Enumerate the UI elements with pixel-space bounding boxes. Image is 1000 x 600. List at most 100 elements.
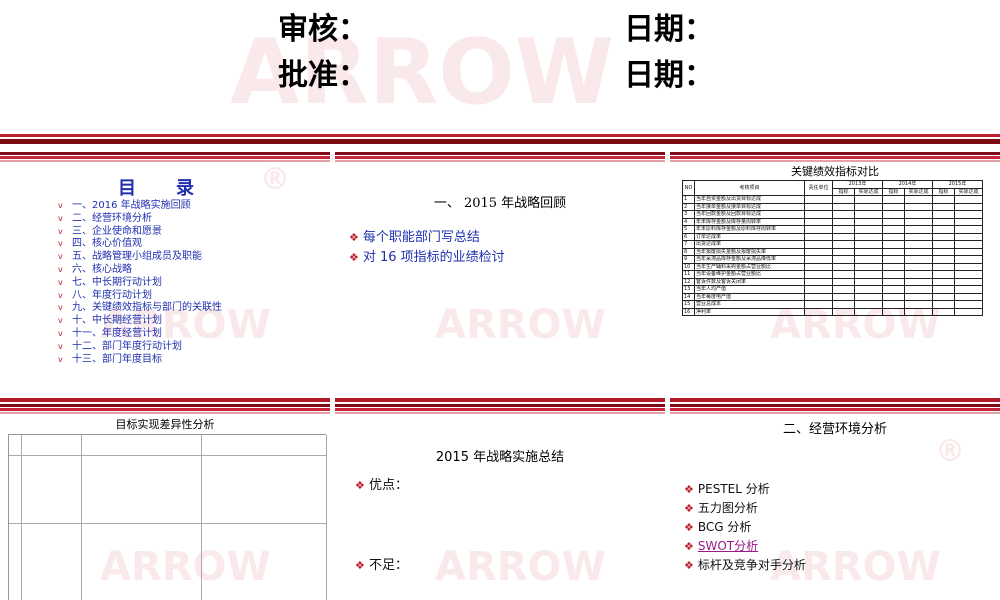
row-cell bbox=[954, 232, 983, 241]
table-row: 6 订单达成率 bbox=[682, 232, 983, 241]
list-item: ❖ 标杆及竞争对手分析 bbox=[684, 556, 806, 575]
col-target: 指标 bbox=[832, 187, 855, 196]
row-cell bbox=[932, 240, 955, 249]
row-cell bbox=[854, 202, 883, 211]
table-row: 12 客诉件数及客诉关闭率 bbox=[682, 277, 983, 286]
row-cell bbox=[832, 232, 855, 241]
row-no: 1 bbox=[682, 195, 695, 204]
row-cell bbox=[932, 307, 955, 316]
toc-item[interactable]: v 九、关键绩效指标与部门的关联性 bbox=[58, 302, 222, 315]
toc-item[interactable]: v 二、经营环境分析 bbox=[58, 213, 222, 226]
row-no: 6 bbox=[682, 232, 695, 241]
row-cell bbox=[932, 217, 955, 226]
toc-item[interactable]: v 一、2016 年战略实施回顾 bbox=[58, 200, 222, 213]
row-cell bbox=[932, 300, 955, 309]
row-cell bbox=[882, 202, 905, 211]
col-year: 2013年 bbox=[832, 180, 883, 189]
list-item: ❖ PESTEL 分析 bbox=[684, 480, 806, 499]
toc-item[interactable]: v 四、核心价值观 bbox=[58, 238, 222, 251]
row-cell bbox=[882, 270, 905, 279]
toc-bullet: v bbox=[58, 277, 63, 287]
list-item: ❖ 对 16 项指标的业绩检讨 bbox=[349, 248, 505, 268]
row-cell bbox=[854, 285, 883, 294]
row-cell bbox=[904, 210, 933, 219]
toc-item[interactable]: v 十一、年度经营计划 bbox=[58, 328, 222, 341]
diamond-bullet-icon: ❖ bbox=[684, 521, 694, 534]
toc-item[interactable]: v 八、年度行动计划 bbox=[58, 290, 222, 303]
approval-header: ARROW 审核： 日期： 批准： 日期： bbox=[0, 0, 1000, 150]
row-cell bbox=[932, 247, 955, 256]
row-cell bbox=[804, 292, 833, 301]
row-no: 9 bbox=[682, 255, 695, 264]
row-item: 当年自资金额及出货目标达成 bbox=[694, 195, 805, 204]
list-item-label: 对 16 项指标的业绩检讨 bbox=[362, 250, 505, 265]
row-item: 客诉件数及客诉关闭率 bbox=[694, 277, 805, 286]
slide-title: 二、经营环境分析 bbox=[782, 422, 887, 437]
row-cell bbox=[904, 255, 933, 264]
slide-top-bar bbox=[335, 152, 665, 162]
review-date-label: 日期： bbox=[624, 12, 714, 47]
col-target: 指标 bbox=[932, 187, 955, 196]
toc-item[interactable]: v 五、战略管理小组成员及职能 bbox=[58, 251, 222, 264]
row-item: 当年每度电产值 bbox=[694, 292, 805, 301]
row-cell bbox=[832, 262, 855, 271]
registered-mark: ® bbox=[935, 434, 965, 469]
slide-bottom-bar bbox=[335, 398, 665, 402]
row-cell bbox=[882, 262, 905, 271]
row-item: 营业总成本 bbox=[694, 300, 805, 309]
toc-bullet: v bbox=[58, 290, 63, 300]
slide-top-bar bbox=[670, 152, 1000, 162]
toc-item[interactable]: v 六、核心战略 bbox=[58, 264, 222, 277]
cons-label-text: 不足： bbox=[369, 558, 409, 573]
list-item-label: 标杆及竞争对手分析 bbox=[697, 558, 806, 572]
slide-strategy-summary[interactable]: ARROW 2015 年战略实施总结 ❖ 优点： ❖ 不足： bbox=[335, 404, 665, 600]
list-item-label: PESTEL 分析 bbox=[697, 482, 770, 496]
table-row: 5 年末原料库存金额及原料库存周转率 bbox=[682, 225, 983, 234]
toc-item[interactable]: v 三、企业使命和愿景 bbox=[58, 226, 222, 239]
row-cell bbox=[932, 210, 955, 219]
slide-kpi-comparison[interactable]: ARROW 关键绩效指标对比 NO 考核项目 责任单位 2013年 2014年 2015年… bbox=[670, 152, 1000, 402]
toc-item-label: 八、年度行动计划 bbox=[72, 289, 152, 301]
slide-variance-analysis[interactable]: ARROW 目标实现差异性分析 bbox=[0, 404, 330, 600]
row-cell bbox=[804, 300, 833, 309]
toc-item[interactable]: v 十三、部门年度目标 bbox=[58, 354, 222, 367]
swot-link[interactable]: SWOT分析 bbox=[698, 539, 758, 553]
row-cell bbox=[904, 277, 933, 286]
row-cell bbox=[832, 270, 855, 279]
toc-bullet: v bbox=[58, 201, 63, 210]
row-cell bbox=[932, 232, 955, 241]
slide-strategy-review[interactable]: ARROW 一、 2015 年战略回顾 ❖ 每个职能部门写总结 ❖ 对 16 项指标的… bbox=[335, 152, 665, 402]
row-cell bbox=[832, 247, 855, 256]
row-cell bbox=[882, 210, 905, 219]
row-cell bbox=[854, 300, 883, 309]
toc-item-label: 二、经营环境分析 bbox=[72, 212, 152, 224]
slide-title: 一、 2015 年战略回顾 bbox=[433, 196, 567, 211]
row-cell bbox=[804, 307, 833, 316]
list-item-label: 每个职能部门写总结 bbox=[362, 230, 480, 245]
toc-item[interactable]: v 十、中长期经营计划 bbox=[58, 315, 222, 328]
row-cell bbox=[882, 247, 905, 256]
diamond-bullet-icon: ❖ bbox=[684, 502, 694, 515]
row-no: 7 bbox=[682, 240, 695, 249]
row-cell bbox=[804, 232, 833, 241]
row-cell bbox=[932, 292, 955, 301]
slide-business-environment[interactable]: ARROW ® 二、经营环境分析 ❖ PESTEL 分析 ❖ 五力图分析 ❖ BCG 分析… bbox=[670, 404, 1000, 600]
row-no: 3 bbox=[682, 210, 695, 219]
row-no: 11 bbox=[682, 270, 695, 279]
toc-item[interactable]: v 七、中长期行动计划 bbox=[58, 277, 222, 290]
row-cell bbox=[904, 270, 933, 279]
row-cell bbox=[954, 240, 983, 249]
col-owner: 责任单位 bbox=[804, 180, 833, 196]
toc-item[interactable]: v 十二、部门年度行动计划 bbox=[58, 341, 222, 354]
review-label: 审核： bbox=[278, 12, 368, 47]
list-item: ❖ 五力图分析 bbox=[684, 499, 806, 518]
row-cell bbox=[854, 255, 883, 264]
row-cell bbox=[932, 277, 955, 286]
row-cell bbox=[804, 285, 833, 294]
bullet-list: ❖ 每个职能部门写总结 ❖ 对 16 项指标的业绩检讨 bbox=[349, 228, 505, 268]
row-cell bbox=[804, 217, 833, 226]
row-cell bbox=[954, 217, 983, 226]
toc-item-label: 三、企业使命和愿景 bbox=[72, 225, 162, 237]
slide-toc[interactable]: ARROW ® 目录 v 一、2016 年战略实施回顾 v 二、经营环境分析 v 三、企业… bbox=[0, 152, 330, 402]
toc-bullet: v bbox=[58, 341, 63, 351]
